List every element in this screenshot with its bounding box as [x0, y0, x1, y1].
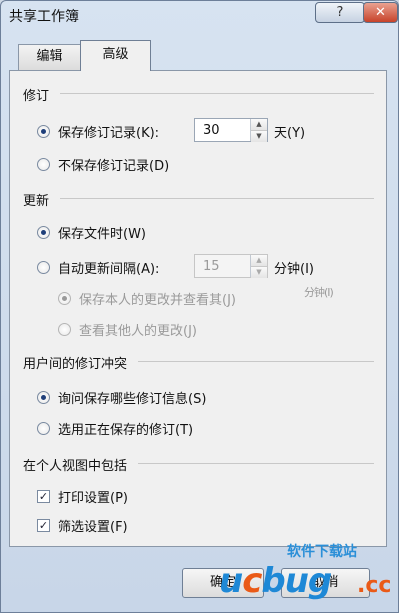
- divider: [60, 93, 374, 94]
- conflicts-group-title: 用户间的修订冲突: [23, 357, 128, 372]
- auto-update-minutes-stepper[interactable]: 15 ▲ ▼: [194, 254, 268, 278]
- ghost-minutes-label: 分钟(I): [304, 286, 334, 299]
- divider: [138, 361, 374, 362]
- personal-view-group-title: 在个人视图中包括: [23, 459, 128, 474]
- title-bar: 共享工作簿 ? ✕: [1, 1, 398, 29]
- just-see-changes-radio[interactable]: [58, 322, 71, 336]
- ask-which-wins-option[interactable]: 询问保存哪些修订信息(S): [37, 387, 206, 407]
- stepper-down-icon[interactable]: ▼: [251, 266, 267, 278]
- save-my-changes-label: 保存本人的更改并查看其(J): [79, 292, 236, 308]
- history-days-value[interactable]: 30: [195, 123, 250, 138]
- cancel-button[interactable]: 取消: [281, 568, 370, 598]
- filter-settings-label: 筛选设置(F): [58, 519, 128, 535]
- close-button[interactable]: ✕: [363, 2, 398, 23]
- print-settings-checkbox[interactable]: ✓: [37, 489, 50, 503]
- save-my-changes-radio[interactable]: [58, 291, 71, 305]
- just-see-changes-label: 查看其他人的更改(J): [79, 323, 197, 339]
- update-when-saved-option[interactable]: 保存文件时(W): [37, 222, 146, 242]
- tab-advanced[interactable]: 高级: [80, 40, 151, 71]
- keep-history-radio[interactable]: [37, 124, 50, 138]
- dont-keep-history-label: 不保存修订记录(D): [58, 158, 170, 174]
- stepper-up-icon[interactable]: ▲: [251, 119, 267, 130]
- tab-edit[interactable]: 编辑: [18, 44, 81, 70]
- auto-update-option[interactable]: 自动更新间隔(A):: [37, 257, 159, 277]
- advanced-panel: 修订 保存修订记录(K): 30 ▲ ▼ 天(Y) 不保存修订记录(D) 更新 …: [9, 70, 387, 547]
- divider: [138, 463, 374, 464]
- update-group-title: 更新: [23, 194, 50, 209]
- days-unit-label: 天(Y): [274, 126, 306, 141]
- print-settings-option[interactable]: ✓ 打印设置(P): [37, 486, 128, 506]
- auto-update-label: 自动更新间隔(A):: [58, 261, 160, 277]
- help-button[interactable]: ?: [315, 2, 365, 23]
- minutes-unit-label: 分钟(I): [274, 262, 314, 277]
- window-title: 共享工作簿: [9, 9, 79, 25]
- dont-keep-history-option[interactable]: 不保存修订记录(D): [37, 154, 169, 174]
- update-when-saved-label: 保存文件时(W): [58, 226, 146, 242]
- update-when-saved-radio[interactable]: [37, 225, 50, 239]
- revisions-group-title: 修订: [23, 89, 50, 104]
- save-my-changes-option[interactable]: 保存本人的更改并查看其(J): [58, 288, 236, 308]
- stepper-down-icon[interactable]: ▼: [251, 130, 267, 142]
- print-settings-label: 打印设置(P): [58, 490, 128, 506]
- keep-history-option[interactable]: 保存修订记录(K):: [37, 121, 159, 141]
- divider: [60, 198, 374, 199]
- saving-wins-option[interactable]: 选用正在保存的修订(T): [37, 418, 193, 438]
- auto-update-minutes-value[interactable]: 15: [195, 259, 250, 274]
- saving-wins-label: 选用正在保存的修订(T): [58, 422, 194, 438]
- ok-button[interactable]: 确定: [182, 568, 264, 598]
- share-workbook-dialog: 共享工作簿 ? ✕ 编辑 高级 修订 保存修订记录(K): 30 ▲ ▼ 天(Y…: [0, 0, 399, 613]
- dont-keep-history-radio[interactable]: [37, 157, 50, 171]
- saving-wins-radio[interactable]: [37, 421, 50, 435]
- ask-which-wins-label: 询问保存哪些修订信息(S): [58, 391, 207, 407]
- just-see-changes-option[interactable]: 查看其他人的更改(J): [58, 319, 197, 339]
- ask-which-wins-radio[interactable]: [37, 390, 50, 404]
- keep-history-label: 保存修订记录(K):: [58, 125, 160, 141]
- auto-update-radio[interactable]: [37, 260, 50, 274]
- stepper-up-icon[interactable]: ▲: [251, 255, 267, 266]
- filter-settings-option[interactable]: ✓ 筛选设置(F): [37, 515, 128, 535]
- filter-settings-checkbox[interactable]: ✓: [37, 518, 50, 532]
- history-days-stepper[interactable]: 30 ▲ ▼: [194, 118, 268, 142]
